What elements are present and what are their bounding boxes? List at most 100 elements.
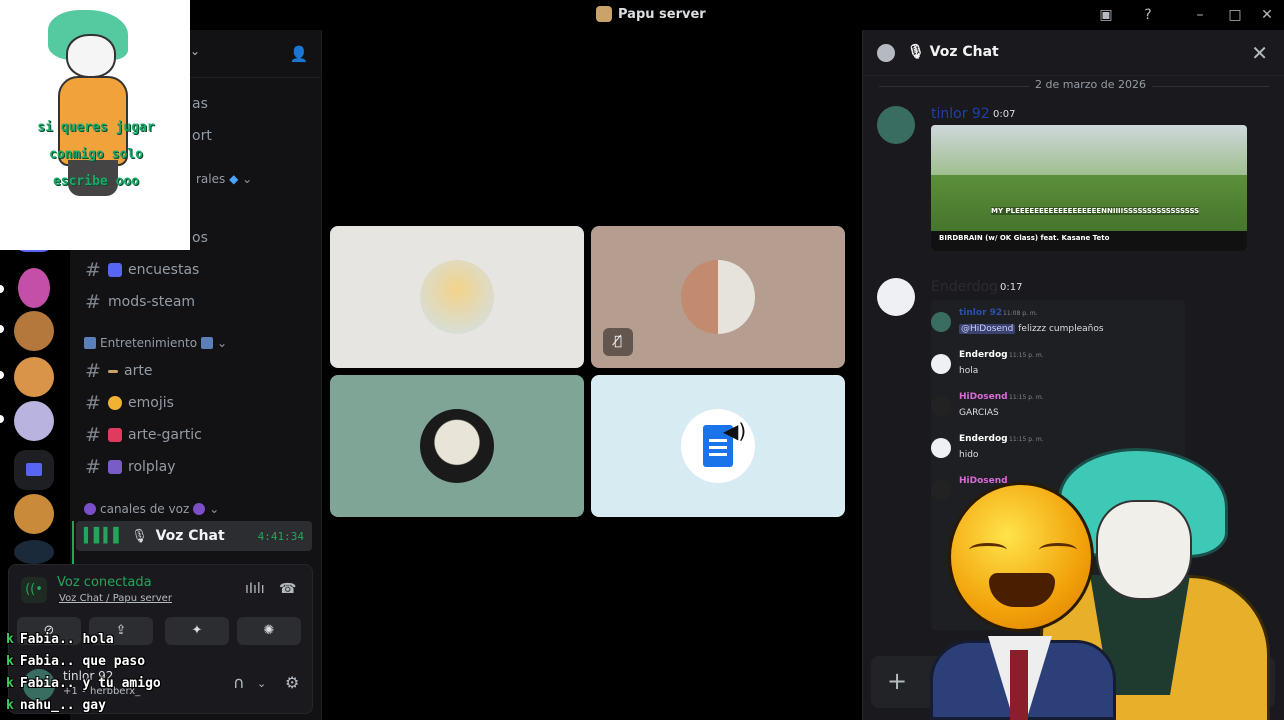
cat-emoji-icon (108, 396, 122, 410)
avatar[interactable] (877, 106, 915, 144)
overlay-chat-line: k Fabia.. que paso (6, 654, 146, 669)
server-icon[interactable] (14, 311, 54, 351)
chat-bubble-icon (877, 44, 895, 62)
server-icon[interactable] (14, 357, 54, 397)
server-icon (596, 6, 612, 22)
voice-stage: 🎙̸ ◀) (323, 30, 859, 720)
avatar (931, 312, 951, 332)
voice-emoji-icon (193, 503, 206, 515)
avatar[interactable] (877, 278, 915, 316)
avatar: ◀) (681, 409, 755, 483)
phone-emoji-icon (108, 428, 122, 442)
unread-pill (0, 371, 4, 379)
server-icon[interactable] (14, 401, 54, 441)
chevron-down-icon: ⌄ (217, 336, 228, 350)
hash-icon: # (85, 392, 101, 414)
unread-pill (0, 415, 4, 423)
chevron-down-icon[interactable]: ⌄ (257, 677, 266, 690)
channel-partial[interactable]: ort (192, 128, 212, 144)
channel-partial[interactable]: as (192, 96, 208, 112)
title-bar: Papu server ▣ ? – □ ✕ (0, 0, 1284, 30)
channel-arte-gartic[interactable]: # arte-gartic (78, 420, 314, 450)
maximize-icon[interactable]: □ (1226, 6, 1244, 24)
muted-mic-icon: 🎙̸ (603, 328, 633, 356)
category-voz[interactable]: canales de voz ⌄ (84, 502, 219, 516)
server-icon[interactable] (14, 494, 54, 534)
message-author[interactable]: Enderdog (931, 279, 998, 295)
inbox-icon[interactable]: ▣ (1097, 6, 1115, 24)
avatar (931, 480, 951, 500)
unread-pill (0, 325, 4, 333)
microphone-icon: 🎙 (131, 528, 148, 544)
emoji-eye (969, 543, 1007, 557)
overlay-chat-line: k nahu_.. gay (6, 698, 106, 713)
hash-icon: # (85, 360, 101, 382)
clapper-emoji-icon (108, 460, 122, 474)
chat-title: 🎙 Voz Chat (907, 44, 999, 60)
hash-icon: # (85, 456, 101, 478)
overlay-emoji-face (948, 482, 1094, 632)
add-member-icon[interactable]: 👤 (289, 44, 309, 64)
tv-emoji-icon (84, 337, 96, 349)
server-icon[interactable] (14, 540, 54, 564)
participant-tile[interactable] (330, 226, 584, 368)
channel-rolplay[interactable]: # rolplay (78, 452, 314, 482)
hash-icon: # (85, 259, 101, 281)
sound-wave-icon: ▍▌▍▌ (84, 528, 124, 544)
avatar (931, 354, 951, 374)
voice-location-link[interactable]: Voz Chat / Papu server (59, 593, 172, 604)
folder-icon[interactable] (14, 450, 54, 490)
date-divider: 2 de marzo de 2026 (879, 76, 1269, 96)
avatar (420, 260, 494, 334)
emoji-eye (1039, 543, 1077, 557)
participant-tile[interactable]: 🎙̸ (591, 226, 845, 368)
disconnect-icon[interactable]: ☎ (279, 581, 296, 597)
chevron-down-icon: ⌄ (209, 502, 220, 516)
signal-icon[interactable]: ((• (21, 577, 47, 603)
participant-tile[interactable]: ◀) (591, 375, 845, 517)
channel-mods-steam[interactable]: # mods-steam (78, 287, 314, 317)
message-author[interactable]: tinlor 92 (931, 106, 990, 122)
channel-encuestas[interactable]: # encuestas (78, 255, 314, 285)
category-partial[interactable]: rales ◆ ⌄ (196, 172, 252, 186)
voice-emoji-icon (84, 503, 96, 515)
window-title: Papu server (596, 6, 706, 22)
avatar (931, 438, 951, 458)
unread-pill (0, 285, 4, 293)
close-icon[interactable]: ✕ (1251, 41, 1268, 65)
noise-suppression-icon[interactable]: ıIılı (245, 581, 265, 597)
server-icon[interactable] (18, 268, 50, 308)
help-icon[interactable]: ? (1139, 6, 1157, 24)
hash-icon: # (85, 291, 101, 313)
avatar (681, 260, 755, 334)
plus-icon[interactable]: + (887, 667, 907, 695)
emoji-mouth (989, 573, 1055, 607)
voice-channel-voz-chat[interactable]: ▍▌▍▌ 🎙 Voz Chat 4:41:34 (76, 521, 312, 551)
channel-arte[interactable]: # arte (78, 356, 314, 386)
channel-partial[interactable]: os (192, 230, 208, 246)
settings-gear-icon[interactable]: ⚙ (285, 673, 299, 692)
voice-status: Voz conectada (57, 575, 152, 590)
chevron-down-icon[interactable]: ⌄ (190, 44, 200, 58)
category-entretenimiento[interactable]: Entretenimiento ⌄ (84, 336, 227, 350)
video-embed[interactable]: MY PLEEEEEEEEEEEEEEEEEENNIIIISSSSSSSSSSS… (931, 125, 1247, 251)
speaker-icon: ◀) (723, 419, 747, 443)
overlay-character-face (1096, 500, 1192, 600)
message-timestamp: 0:07 (993, 109, 1016, 120)
minimize-icon[interactable]: – (1191, 6, 1209, 24)
overlay-tie (1010, 650, 1028, 720)
overlay-chat-line: k Fabia.. y tu amigo (6, 676, 161, 691)
message-timestamp: 0:17 (1000, 282, 1023, 293)
stream-chat-overlay: k Fabia.. hola k Fabia.. que paso k Fabia..… (6, 629, 256, 717)
character-face (66, 34, 116, 78)
channel-emojis[interactable]: # emojis (78, 388, 314, 418)
overlay-chat-line: k Fabia.. hola (6, 632, 114, 647)
overlay-caption: conmigo solo (49, 147, 143, 162)
chat-header: 🎙 Voz Chat ✕ (863, 30, 1284, 76)
overlay-caption: escribe ooo (52, 174, 140, 189)
close-window-icon[interactable]: ✕ (1258, 6, 1276, 24)
chart-emoji-icon (108, 263, 122, 277)
participant-tile[interactable] (330, 375, 584, 517)
overlay-caption: si queres jugar (37, 120, 155, 135)
avatar (420, 409, 494, 483)
